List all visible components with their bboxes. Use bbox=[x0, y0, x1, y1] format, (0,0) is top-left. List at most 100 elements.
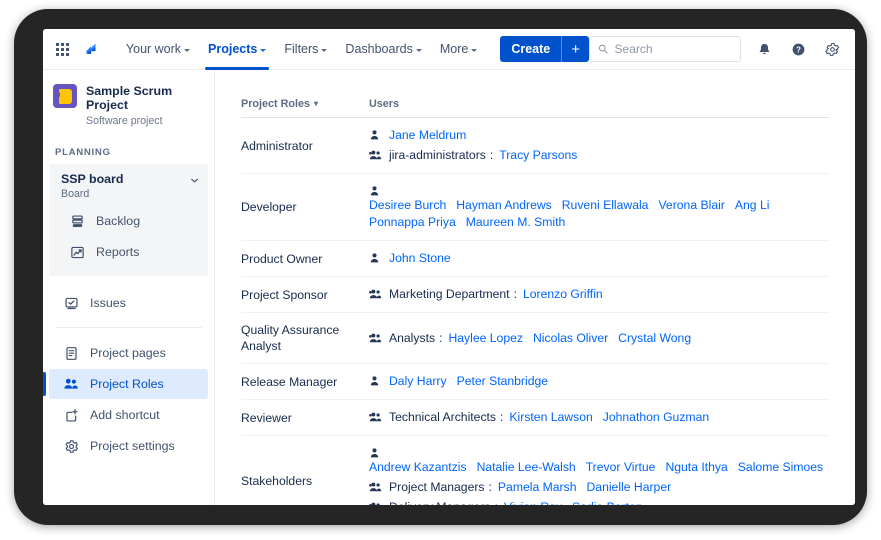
user-line: Delivery Managers: Vivian Ray Sadie Barton bbox=[369, 499, 829, 505]
table-row: Administrator Jane Meldrum jira-administra… bbox=[241, 117, 829, 174]
project-roles-table: Project Roles ▾ Users Administrator Jane M… bbox=[241, 98, 829, 505]
role-name-cell: Release Manager bbox=[241, 363, 369, 400]
group-name: Delivery Managers bbox=[389, 499, 491, 505]
search-input[interactable] bbox=[614, 42, 732, 56]
user-link[interactable]: Maureen M. Smith bbox=[466, 214, 566, 231]
nav-item-filters[interactable]: Filters bbox=[275, 29, 336, 70]
user-link[interactable]: Ponnappa Priya bbox=[369, 214, 456, 231]
user-link[interactable]: Nicolas Oliver bbox=[533, 330, 608, 347]
user-link[interactable]: Sadie Barton bbox=[572, 499, 642, 505]
sidebar-item-label: Issues bbox=[90, 296, 126, 310]
user-link[interactable]: Lorenzo Griffin bbox=[523, 286, 603, 303]
sidebar-board-selector[interactable]: SSP board Board bbox=[49, 170, 208, 200]
sidebar-item-label: Add shortcut bbox=[90, 408, 160, 422]
role-name-cell: Project Sponsor bbox=[241, 276, 369, 313]
create-button[interactable]: Create + bbox=[500, 36, 589, 62]
search-box[interactable] bbox=[589, 36, 741, 62]
project-header[interactable]: Sample Scrum Project Software project bbox=[43, 84, 214, 127]
sidebar-item-project-pages[interactable]: Project pages bbox=[49, 338, 208, 368]
user-link[interactable]: Haylee Lopez bbox=[448, 330, 523, 347]
user-link[interactable]: Hayman Andrews bbox=[456, 197, 552, 214]
nav-item-label: Dashboards bbox=[345, 42, 413, 56]
group-separator: : bbox=[495, 499, 498, 505]
table-body: Administrator Jane Meldrum jira-administra… bbox=[241, 117, 829, 505]
column-header-label: Project Roles bbox=[241, 98, 311, 110]
svg-text:?: ? bbox=[796, 45, 801, 54]
nav-item-more[interactable]: More bbox=[431, 29, 486, 70]
sidebar-section-planning: PLANNING bbox=[55, 147, 111, 158]
notifications-bell-icon[interactable] bbox=[753, 38, 775, 60]
users-cell: Desiree Burch Hayman Andrews Ruveni Ellawa… bbox=[369, 173, 829, 241]
nav-right-controls: ? bbox=[589, 36, 855, 62]
board-name: SSP board bbox=[61, 172, 124, 186]
create-button-label: Create bbox=[511, 42, 551, 56]
sidebar-item-reports[interactable]: Reports bbox=[55, 237, 202, 267]
user-link[interactable]: Andrew Kazantzis bbox=[369, 459, 467, 476]
role-name-cell: Quality Assurance Analyst bbox=[241, 312, 369, 364]
reports-chart-icon bbox=[69, 244, 85, 260]
jira-logo-icon[interactable] bbox=[79, 36, 103, 62]
user-link[interactable]: Kirsten Lawson bbox=[509, 409, 592, 426]
table-row: Reviewer Technical Architects: Kirsten Law… bbox=[241, 399, 829, 436]
user-link[interactable]: Daly Harry bbox=[389, 373, 447, 390]
user-link[interactable]: Vivian Ray bbox=[504, 499, 562, 505]
user-link[interactable]: Peter Stanbridge bbox=[457, 373, 548, 390]
chevron-down-icon[interactable] bbox=[189, 175, 200, 189]
user-link[interactable]: Nguta Ithya bbox=[665, 459, 727, 476]
group-separator: : bbox=[439, 330, 443, 345]
role-name-cell: Administrator bbox=[241, 117, 369, 174]
users-cell: Jane Meldrum jira-administrators: Tracy Pa… bbox=[369, 117, 829, 174]
column-header-project-roles[interactable]: Project Roles ▾ bbox=[241, 98, 369, 118]
user-icon bbox=[369, 252, 383, 264]
column-header-users[interactable]: Users bbox=[369, 98, 829, 118]
user-link[interactable]: Desiree Burch bbox=[369, 197, 446, 214]
role-name-cell: Product Owner bbox=[241, 240, 369, 277]
users-cell: Marketing Department: Lorenzo Griffin bbox=[369, 276, 829, 313]
table-row: Quality Assurance Analyst Analysts: Haylee… bbox=[241, 312, 829, 364]
sidebar-item-backlog[interactable]: Backlog bbox=[55, 206, 202, 236]
sort-indicator-icon: ▾ bbox=[314, 99, 319, 108]
user-link[interactable]: John Stone bbox=[389, 250, 451, 267]
user-line: Analysts: Haylee Lopez Nicolas Oliver Cryst… bbox=[369, 330, 829, 347]
user-line: Marketing Department: Lorenzo Griffin bbox=[369, 286, 829, 303]
user-link[interactable]: Verona Blair bbox=[658, 197, 724, 214]
create-plus-icon[interactable]: + bbox=[562, 42, 589, 57]
sidebar-item-issues[interactable]: Issues bbox=[49, 288, 208, 318]
sidebar-item-add-shortcut[interactable]: Add shortcut bbox=[49, 400, 208, 430]
chevron-down-icon bbox=[415, 48, 422, 52]
nav-item-dashboards[interactable]: Dashboards bbox=[336, 29, 430, 70]
nav-item-projects[interactable]: Projects bbox=[199, 29, 275, 70]
group-icon bbox=[369, 411, 383, 423]
settings-gear-icon[interactable] bbox=[821, 38, 843, 60]
user-link[interactable]: Ang Li bbox=[735, 197, 770, 214]
names-wrap: Analysts: Haylee Lopez Nicolas Oliver Cryst… bbox=[389, 330, 691, 347]
sidebar-item-label: Project pages bbox=[90, 346, 166, 360]
user-line: Andrew Kazantzis Natalie Lee-Walsh Trevor … bbox=[369, 445, 829, 476]
help-icon[interactable]: ? bbox=[787, 38, 809, 60]
app-switcher-icon[interactable] bbox=[51, 36, 73, 62]
user-link[interactable]: Ruveni Ellawala bbox=[562, 197, 649, 214]
user-link[interactable]: Natalie Lee-Walsh bbox=[477, 459, 576, 476]
users-cell: John Stone bbox=[369, 240, 829, 277]
main-content: Project Roles ▾ Users Administrator Jane M… bbox=[215, 70, 855, 505]
user-link[interactable]: Johnathon Guzman bbox=[603, 409, 709, 426]
sidebar-item-project-settings[interactable]: Project settings bbox=[49, 431, 208, 461]
names-wrap: Technical Architects: Kirsten Lawson Johna… bbox=[389, 409, 709, 426]
backlog-icon bbox=[69, 213, 85, 229]
sidebar-item-project-roles[interactable]: Project Roles bbox=[43, 369, 208, 399]
users-cell: Daly Harry Peter Stanbridge bbox=[369, 363, 829, 400]
nav-item-your-work[interactable]: Your work bbox=[117, 29, 199, 70]
user-link[interactable]: Jane Meldrum bbox=[389, 127, 466, 144]
names-wrap: Andrew Kazantzis Natalie Lee-Walsh Trevor … bbox=[369, 459, 823, 476]
user-link[interactable]: Tracy Parsons bbox=[499, 147, 577, 164]
group-icon bbox=[369, 149, 383, 161]
group-separator: : bbox=[513, 287, 517, 301]
user-link[interactable]: Salome Simoes bbox=[738, 459, 823, 476]
user-link[interactable]: Danielle Harper bbox=[586, 479, 671, 496]
user-link[interactable]: Crystal Wong bbox=[618, 330, 691, 347]
user-link[interactable]: Pamela Marsh bbox=[498, 479, 577, 496]
user-link[interactable]: Trevor Virtue bbox=[586, 459, 656, 476]
project-name: Sample Scrum Project bbox=[86, 84, 173, 112]
user-icon bbox=[369, 129, 383, 141]
names-wrap: Desiree Burch Hayman Andrews Ruveni Ellawa… bbox=[369, 197, 829, 231]
